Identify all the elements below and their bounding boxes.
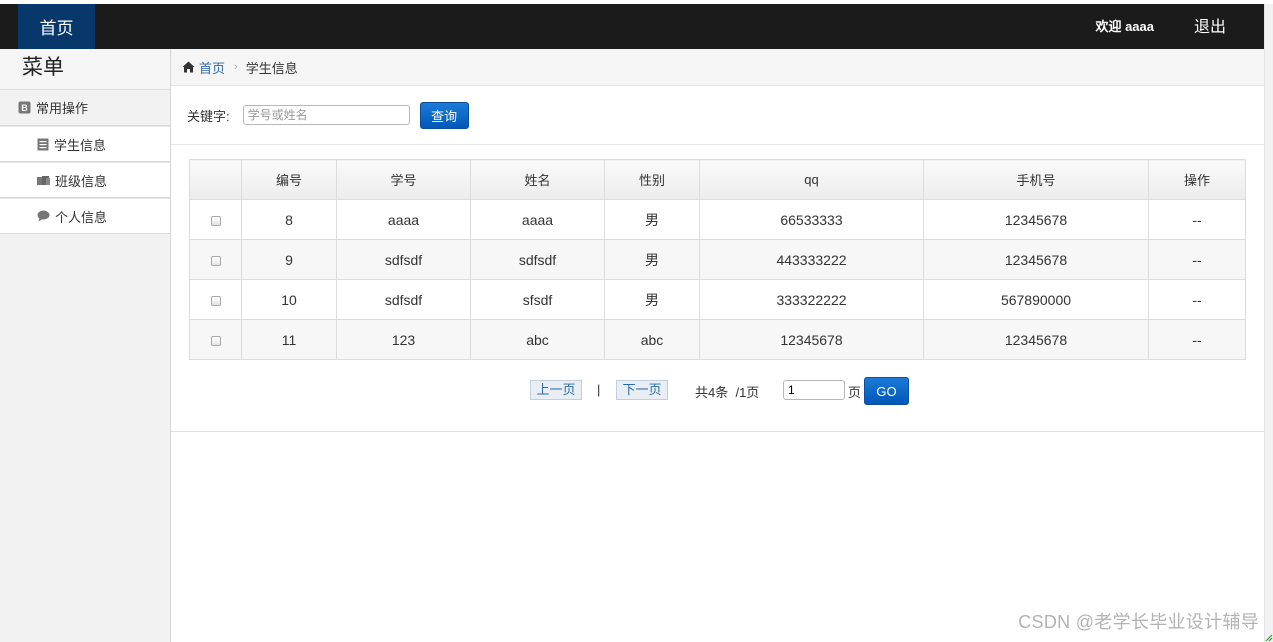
sidebar-item-personal-info[interactable]: 个人信息	[0, 198, 170, 234]
sidebar-item-class-info[interactable]: 班级信息	[0, 162, 170, 198]
chevron-right-icon: ›	[234, 61, 238, 73]
cell-id: 11	[241, 319, 337, 360]
row-select-cell	[189, 239, 242, 280]
pagination: 上一页 | 下一页 共4条 /1页 页 GO	[171, 375, 1264, 432]
table-row: 9 sdfsdf sdfsdf 男 443333222 12345678 --	[189, 239, 1246, 280]
row-checkbox[interactable]	[210, 215, 221, 226]
row-checkbox[interactable]	[210, 295, 221, 306]
cell-student-no: aaaa	[336, 199, 471, 240]
cell-gender: abc	[604, 319, 700, 360]
go-button[interactable]: GO	[864, 377, 909, 405]
search-label: 关键字:	[187, 108, 230, 124]
row-checkbox[interactable]	[210, 335, 221, 346]
header-gender: 性别	[604, 159, 700, 200]
cell-phone: 12345678	[923, 199, 1149, 240]
table-header-row: 编号 学号 姓名 性别 qq 手机号 操作	[189, 159, 1246, 200]
sidebar-item-student-info[interactable]: 学生信息	[0, 126, 170, 162]
header-phone: 手机号	[923, 159, 1149, 200]
student-table: 编号 学号 姓名 性别 qq 手机号 操作 8 aaaa aaaa 男 6653…	[189, 159, 1246, 360]
cell-qq: 443333222	[699, 239, 924, 280]
cell-student-no: 123	[336, 319, 471, 360]
main-content: 首页 › 学生信息 关键字: 查询 编号 学号 姓名 性别 qq 手机号	[171, 49, 1264, 642]
search-button[interactable]: 查询	[419, 101, 469, 129]
cell-qq: 66533333	[699, 199, 924, 240]
cell-qq: 12345678	[699, 319, 924, 360]
breadcrumb-home-link[interactable]: 首页	[199, 58, 225, 77]
student-table-container: 编号 学号 姓名 性别 qq 手机号 操作 8 aaaa aaaa 男 6653…	[189, 159, 1246, 360]
cell-gender: 男	[604, 199, 700, 240]
breadcrumb: 首页 › 学生信息	[171, 49, 1264, 86]
header-name: 姓名	[470, 159, 605, 200]
cell-gender: 男	[604, 279, 700, 320]
menu-title: 菜单	[0, 49, 170, 90]
resize-grip-icon	[1265, 634, 1273, 642]
cell-student-no: sdfsdf	[336, 279, 471, 320]
cell-id: 8	[241, 199, 337, 240]
cell-phone: 12345678	[923, 319, 1149, 360]
welcome-text: 欢迎 aaaa	[1095, 19, 1154, 34]
table-row: 11 123 abc abc 12345678 12345678 --	[189, 319, 1246, 360]
cell-name: abc	[470, 319, 605, 360]
header-qq: qq	[699, 159, 924, 200]
header-action: 操作	[1148, 159, 1246, 200]
cell-student-no: sdfsdf	[336, 239, 471, 280]
prev-page-button[interactable]: 上一页	[530, 380, 582, 400]
cell-qq: 333322222	[699, 279, 924, 320]
search-bar: 关键字: 查询	[171, 86, 1264, 145]
cell-action: --	[1148, 199, 1246, 240]
menu-group-common[interactable]: B 常用操作	[0, 90, 170, 126]
cell-name: aaaa	[470, 199, 605, 240]
pager-separator: |	[597, 382, 601, 397]
row-checkbox[interactable]	[210, 255, 221, 266]
home-tab[interactable]: 首页	[18, 4, 95, 49]
document-icon	[37, 138, 49, 150]
table-row: 10 sdfsdf sfsdf 男 333322222 567890000 --	[189, 279, 1246, 320]
search-input[interactable]	[242, 105, 410, 125]
logout-link[interactable]: 退出	[1194, 4, 1226, 49]
page-unit-label: 页	[848, 385, 862, 400]
cell-id: 9	[241, 239, 337, 280]
watermark: CSDN @老学长毕业设计辅导	[1018, 612, 1259, 632]
page-number-input[interactable]	[783, 380, 845, 400]
table-row: 8 aaaa aaaa 男 66533333 12345678 --	[189, 199, 1246, 240]
sidebar-item-label: 个人信息	[55, 209, 108, 225]
breadcrumb-current: 学生信息	[245, 60, 298, 76]
home-icon	[182, 61, 195, 73]
svg-text:B: B	[21, 103, 28, 113]
group-icon	[37, 175, 50, 185]
cell-phone: 567890000	[923, 279, 1149, 320]
cell-name: sdfsdf	[470, 239, 605, 280]
header-student-no: 学号	[336, 159, 471, 200]
chat-bubble-icon	[37, 210, 50, 222]
sidebar-item-label: 学生信息	[54, 137, 107, 153]
row-select-cell	[189, 199, 242, 240]
cell-name: sfsdf	[470, 279, 605, 320]
sidebar: 菜单 B 常用操作 学生信息 班级信息 个人信息	[0, 49, 171, 642]
cell-gender: 男	[604, 239, 700, 280]
cell-action: --	[1148, 279, 1246, 320]
row-select-cell	[189, 319, 242, 360]
vertical-scrollbar[interactable]	[1264, 4, 1273, 642]
sidebar-item-label: 班级信息	[55, 173, 108, 189]
top-navbar: 首页 欢迎 aaaa 退出	[0, 4, 1264, 49]
menu-group-label: 常用操作	[36, 101, 89, 116]
row-select-cell	[189, 279, 242, 320]
cell-action: --	[1148, 319, 1246, 360]
bold-square-icon: B	[18, 101, 31, 114]
next-page-button[interactable]: 下一页	[616, 380, 668, 400]
header-id: 编号	[241, 159, 337, 200]
cell-phone: 12345678	[923, 239, 1149, 280]
cell-id: 10	[241, 279, 337, 320]
pager-info: 共4条 /1页	[695, 385, 760, 400]
header-select	[189, 159, 242, 200]
cell-action: --	[1148, 239, 1246, 280]
